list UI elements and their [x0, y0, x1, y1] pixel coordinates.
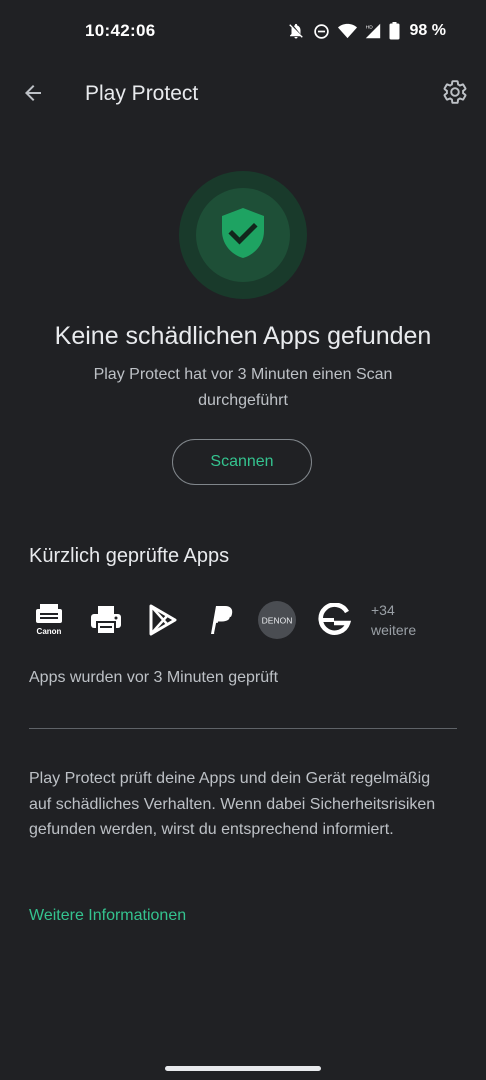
svg-text:DENON: DENON — [262, 616, 293, 626]
shield-check-icon — [220, 207, 266, 264]
gesture-nav-handle[interactable] — [165, 1066, 321, 1071]
more-apps-count[interactable]: +34 weitere — [371, 600, 416, 640]
svg-text:HD: HD — [365, 25, 372, 31]
bell-off-icon — [287, 22, 305, 40]
status-headline: Keine schädlichen Apps gefunden — [54, 322, 432, 350]
status-time: 10:42:06 — [85, 21, 156, 40]
g-app-icon[interactable] — [314, 600, 354, 640]
do-not-disturb-icon — [313, 23, 330, 40]
shield-badge — [196, 188, 290, 282]
battery-percent: 98 % — [409, 22, 446, 39]
signal-icon: HD — [365, 23, 381, 39]
wifi-icon — [337, 23, 357, 39]
divider — [29, 728, 457, 729]
arrow-back-icon — [21, 81, 45, 110]
last-scan-text: Play Protect hat vor 3 Minuten einen Sca… — [93, 366, 393, 409]
svg-text:Canon: Canon — [37, 627, 62, 636]
scan-button[interactable]: Scannen — [172, 439, 312, 485]
info-text: Play Protect prüft deine Apps und dein G… — [29, 770, 436, 838]
recent-apps-row: Canon DENON +34 weitere — [29, 598, 416, 642]
more-info-link[interactable]: Weitere Informationen — [29, 907, 186, 925]
status-icons: HD 98 % — [287, 19, 446, 43]
paypal-icon[interactable] — [200, 600, 240, 640]
play-store-icon[interactable] — [143, 600, 183, 640]
denon-icon[interactable]: DENON — [257, 600, 297, 640]
page-title: Play Protect — [85, 82, 199, 105]
app-bar: Play Protect — [0, 62, 486, 126]
canon-printer-icon[interactable]: Canon — [29, 600, 69, 640]
more-apps-number: +34 — [371, 602, 395, 618]
play-protect-screen: 10:42:06 HD 98 % Play Protect Keine schä… — [0, 0, 486, 1080]
printer-icon[interactable] — [86, 600, 126, 640]
gear-icon — [442, 79, 468, 110]
more-apps-label: weitere — [371, 622, 417, 638]
status-bar: 10:42:06 HD 98 % — [0, 0, 486, 62]
settings-button[interactable] — [440, 79, 470, 109]
recent-apps-title: Kürzlich geprüfte Apps — [29, 545, 230, 567]
apps-checked-text: Apps wurden vor 3 Minuten geprüft — [29, 669, 279, 686]
back-button[interactable] — [18, 80, 48, 110]
battery-icon — [389, 22, 400, 40]
